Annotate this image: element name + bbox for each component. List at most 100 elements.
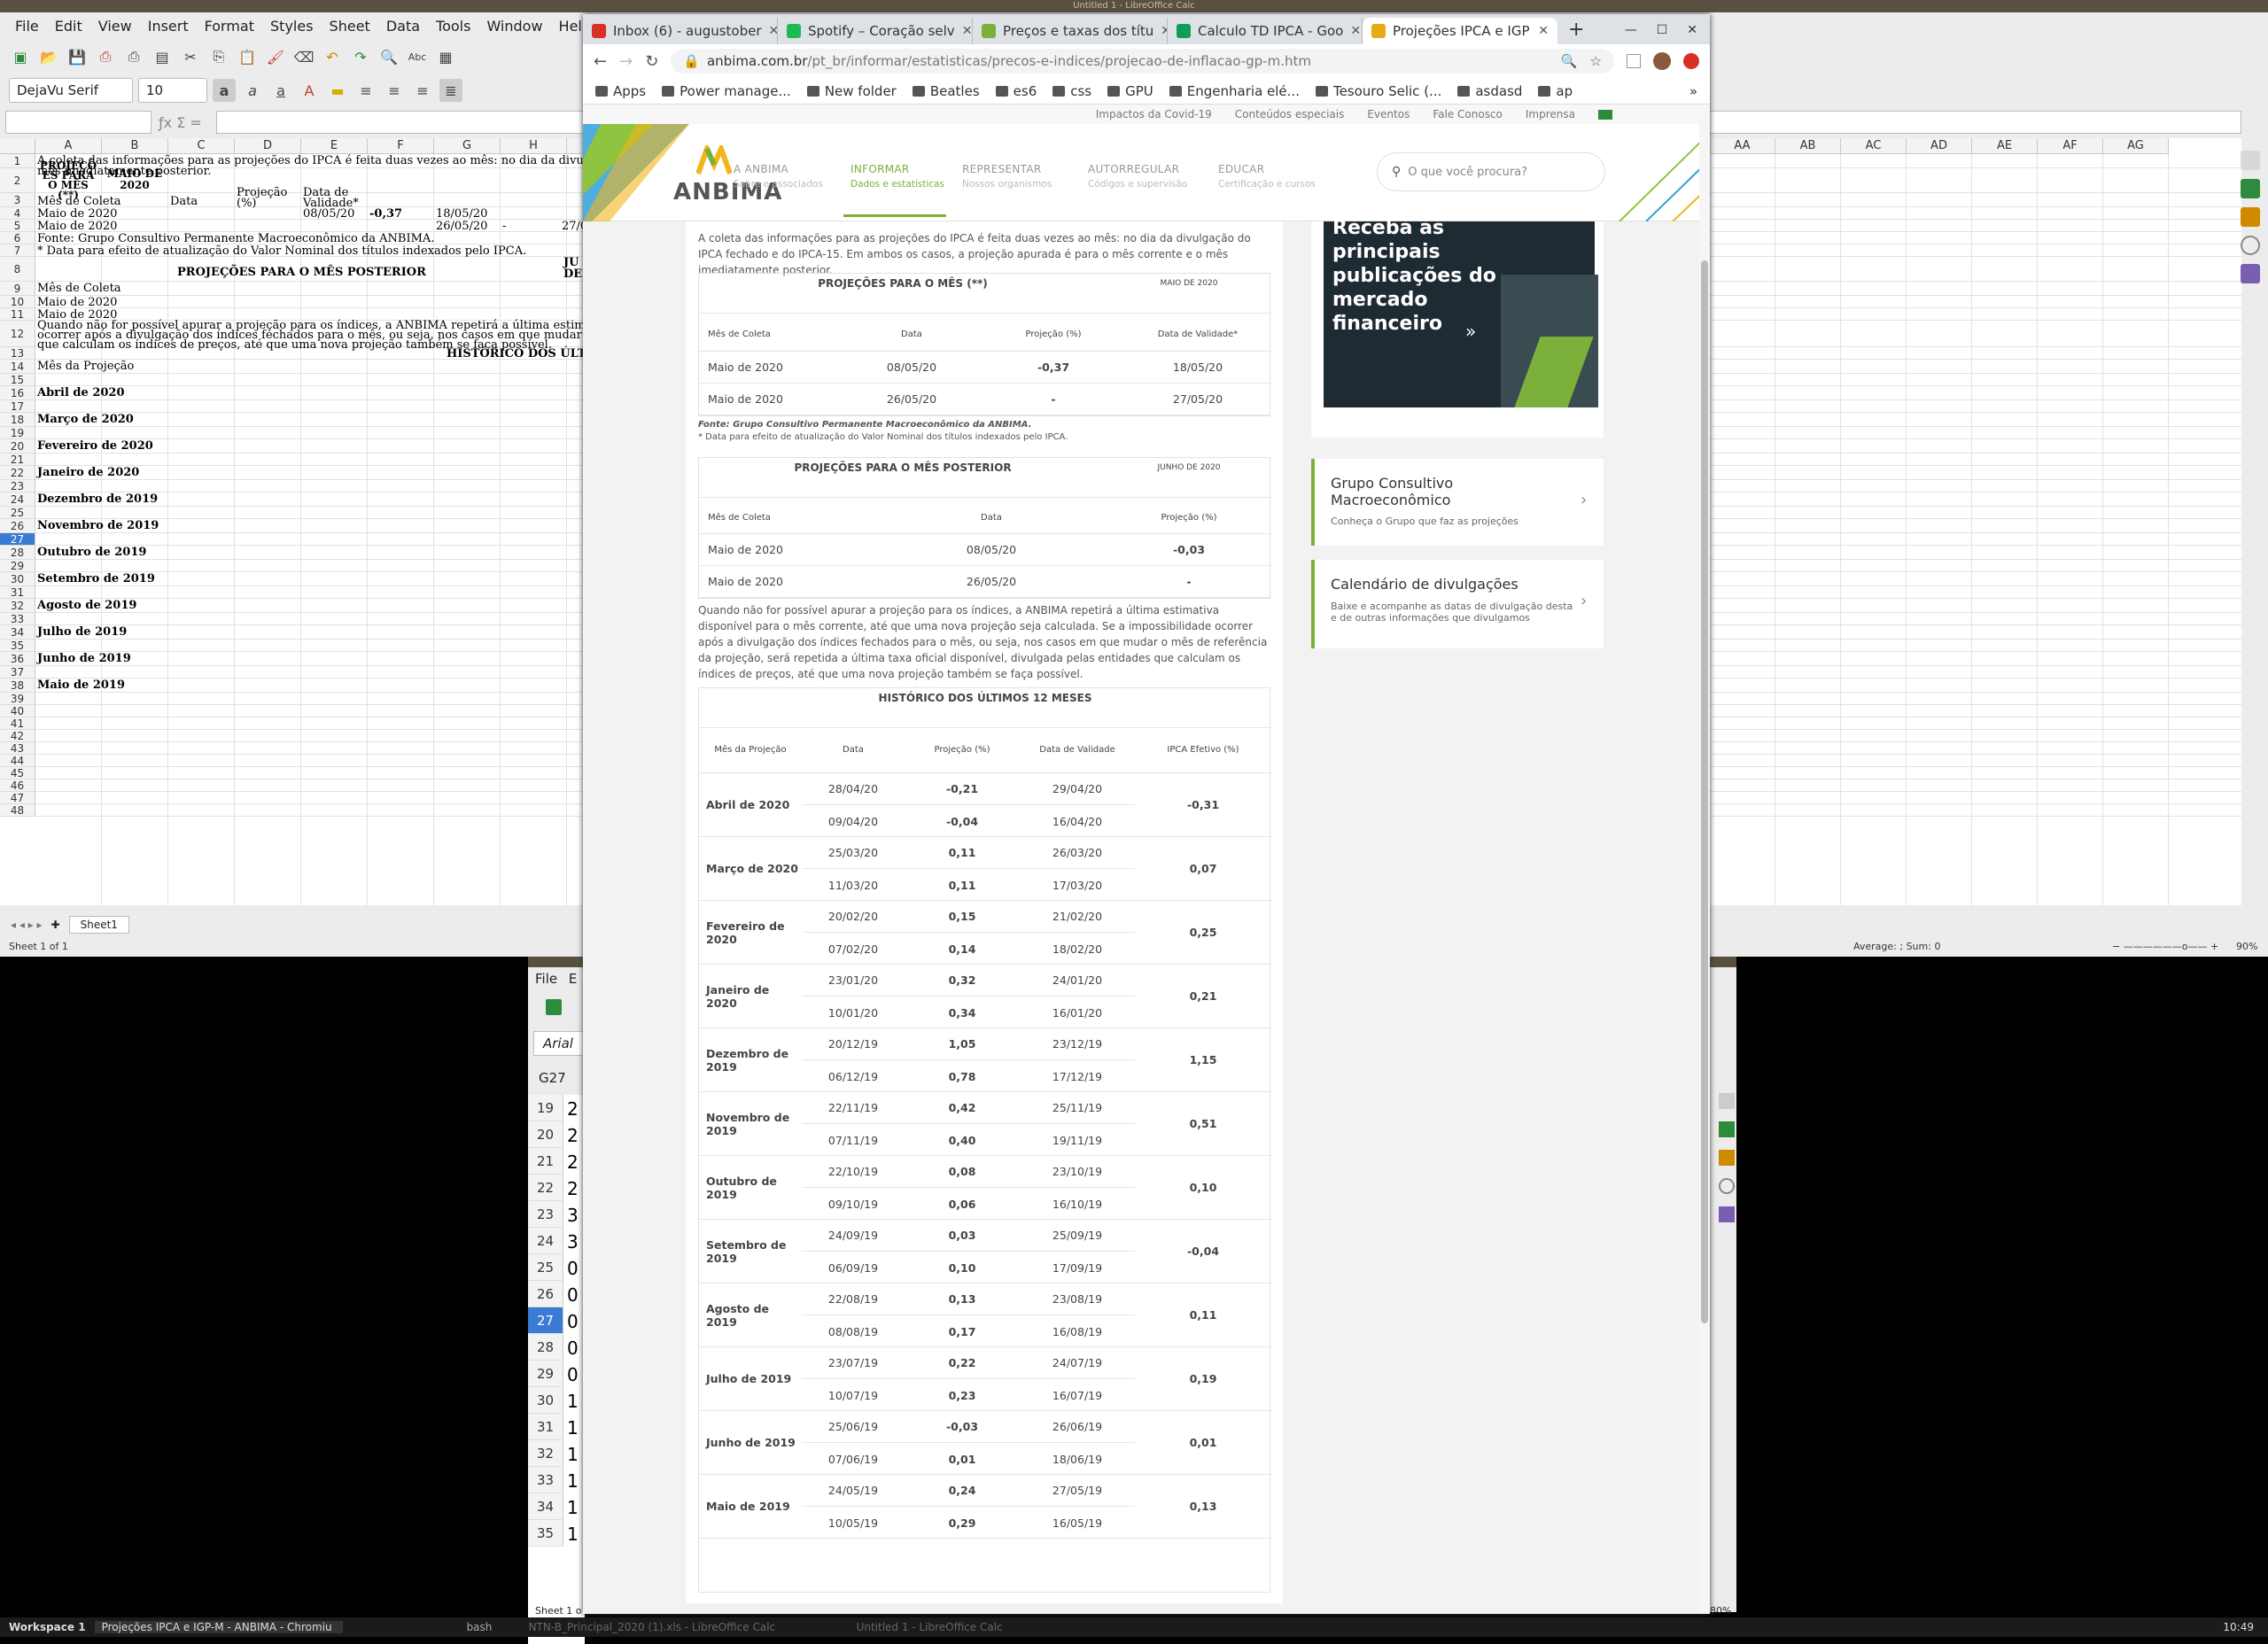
calc2-row-header-29[interactable]: 29 bbox=[528, 1361, 563, 1387]
page-scrollbar[interactable] bbox=[1699, 105, 1710, 1614]
promo-banner[interactable]: Receba as principais publicações do merc… bbox=[1324, 217, 1598, 407]
calc2-row-header-25[interactable]: 25 bbox=[528, 1254, 563, 1281]
cell-i8[interactable]: JU DE bbox=[563, 257, 585, 280]
row-header-3[interactable]: 3 bbox=[0, 193, 35, 207]
col-header-C[interactable]: C bbox=[168, 138, 235, 154]
calc-menu-window[interactable]: Window bbox=[478, 18, 550, 35]
calc2-functions-icon[interactable] bbox=[1719, 1206, 1735, 1222]
row-header-34[interactable]: 34 bbox=[0, 625, 35, 640]
row-header-20[interactable]: 20 bbox=[0, 439, 35, 454]
browser-tab-5[interactable]: Projeções IPCA e IGP ✕ bbox=[1363, 18, 1557, 44]
nav-educar[interactable]: EDUCAR Certificação e cursos bbox=[1218, 163, 1316, 190]
cell-a16[interactable]: Abril de 2020 bbox=[37, 386, 125, 399]
card-calendario[interactable]: Calendário de divulgações Baixe e acompa… bbox=[1311, 560, 1604, 648]
calc2-row-header-28[interactable]: 28 bbox=[528, 1334, 563, 1361]
row-header-13[interactable]: 13 bbox=[0, 347, 35, 360]
calc-menu-insert[interactable]: Insert bbox=[140, 18, 197, 35]
bookmarks-overflow-icon[interactable]: » bbox=[1689, 83, 1697, 99]
calc2-cell[interactable]: 1 bbox=[567, 1391, 579, 1412]
navigator-icon[interactable] bbox=[2241, 236, 2260, 255]
calc2-cell[interactable]: 2 bbox=[567, 1152, 579, 1173]
calc2-row-header-23[interactable]: 23 bbox=[528, 1201, 563, 1228]
row-header-15[interactable]: 15 bbox=[0, 374, 35, 386]
nav-autorregular[interactable]: AUTORREGULAR Códigos e supervisão bbox=[1088, 163, 1187, 190]
calc-menu-edit[interactable]: Edit bbox=[47, 18, 90, 35]
bookmark-9[interactable]: asdasd bbox=[1457, 83, 1522, 99]
row-icon[interactable]: ▦ bbox=[434, 45, 457, 68]
browser-tab-4[interactable]: Calculo TD IPCA - Goo ✕ bbox=[1168, 18, 1363, 44]
tab-close-icon[interactable]: ✕ bbox=[1538, 24, 1549, 38]
row-header-23[interactable]: 23 bbox=[0, 480, 35, 492]
new-tab-icon[interactable]: + bbox=[1557, 19, 1595, 44]
card-grupo-consultivo[interactable]: Grupo Consultivo Macroeconômico Conheça … bbox=[1311, 459, 1604, 546]
calc2-grid[interactable]: 19 2 20 2 21 2 22 2 23 3 24 3 25 0 26 0 27 0 28 0 29 0 30 1 31 1 3… bbox=[528, 1095, 585, 1644]
tab-close-icon[interactable]: ✕ bbox=[962, 24, 972, 38]
calc2-row-header-21[interactable]: 21 bbox=[528, 1148, 563, 1175]
row-header-11[interactable]: 11 bbox=[0, 308, 35, 321]
row-header-9[interactable]: 9 bbox=[0, 282, 35, 296]
nav-a-anbima[interactable]: A ANBIMA Sobre e associados bbox=[734, 163, 823, 190]
cell-e3[interactable]: Data de Validade* bbox=[303, 187, 359, 209]
calc2-cell[interactable]: 0 bbox=[567, 1311, 579, 1332]
row-header-10[interactable]: 10 bbox=[0, 296, 35, 308]
cell-a3[interactable]: Mês de Coleta bbox=[37, 195, 121, 208]
calc2-cell[interactable]: 0 bbox=[567, 1364, 579, 1385]
calc2-row-header-34[interactable]: 34 bbox=[528, 1493, 563, 1520]
col-header-AA[interactable]: AA bbox=[1710, 138, 1775, 154]
function-wizard-icon[interactable]: ƒx Σ = bbox=[159, 114, 202, 131]
top-link-4[interactable]: Imprensa bbox=[1526, 108, 1575, 120]
row-header-39[interactable]: 39 bbox=[0, 693, 35, 705]
copy-icon[interactable]: ⎘ bbox=[207, 45, 230, 68]
close-window-icon[interactable]: ✕ bbox=[1687, 23, 1697, 37]
bookmark-0[interactable]: Apps bbox=[595, 83, 646, 99]
calc2-cell[interactable]: 1 bbox=[567, 1444, 579, 1465]
cell-a5[interactable]: Maio de 2020 bbox=[37, 220, 117, 233]
calc-menu-view[interactable]: View bbox=[90, 18, 140, 35]
calc2-properties-icon[interactable] bbox=[1719, 1093, 1735, 1109]
sheet-nav-icon[interactable]: ◂ ◂ ▸ ▸ bbox=[11, 919, 43, 931]
cell-a14[interactable]: Mês da Projeção bbox=[37, 360, 134, 373]
calc2-cell[interactable]: 1 bbox=[567, 1497, 579, 1518]
row-header-43[interactable]: 43 bbox=[0, 742, 35, 755]
row-header-22[interactable]: 22 bbox=[0, 466, 35, 480]
row-header-19[interactable]: 19 bbox=[0, 427, 35, 439]
col-header-E[interactable]: E bbox=[301, 138, 368, 154]
find-icon[interactable]: 🔍 bbox=[377, 45, 400, 68]
preview-icon[interactable]: ▤ bbox=[151, 45, 174, 68]
print-icon[interactable]: ⎙ bbox=[122, 45, 145, 68]
browser-tab-3[interactable]: Preços e taxas dos títu ✕ bbox=[973, 18, 1168, 44]
font-name-box[interactable]: DejaVu Serif bbox=[9, 78, 133, 103]
task-bash[interactable]: bash bbox=[343, 1621, 511, 1633]
row-header-26[interactable]: 26 bbox=[0, 519, 35, 533]
font-size-box[interactable]: 10 bbox=[138, 78, 207, 103]
row-header-17[interactable]: 17 bbox=[0, 400, 35, 413]
cell-a20[interactable]: Fevereiro de 2020 bbox=[37, 439, 153, 453]
col-header-AE[interactable]: AE bbox=[1972, 138, 2038, 154]
bookmark-3[interactable]: Beatles bbox=[912, 83, 980, 99]
col-header-D[interactable]: D bbox=[235, 138, 301, 154]
tab-close-icon[interactable]: ✕ bbox=[769, 24, 777, 38]
anbima-logo-mark[interactable] bbox=[695, 141, 733, 175]
col-header-AG[interactable]: AG bbox=[2103, 138, 2169, 154]
row-header-36[interactable]: 36 bbox=[0, 652, 35, 666]
cell-h5[interactable]: - bbox=[502, 220, 506, 233]
corner-cell[interactable] bbox=[0, 138, 35, 154]
cell-a6[interactable]: Fonte: Grupo Consultivo Permanente Macro… bbox=[37, 232, 434, 245]
zoom-slider[interactable]: − ——————o—— + bbox=[2112, 941, 2218, 952]
task-calc-untitled[interactable]: Untitled 1 - LibreOffice Calc bbox=[821, 1621, 1087, 1633]
cell-a9[interactable]: Mês de Coleta bbox=[37, 282, 121, 295]
paste-icon[interactable]: 📋 bbox=[236, 45, 259, 68]
clone-icon[interactable]: 🖌 bbox=[264, 45, 287, 68]
row-header-6[interactable]: 6 bbox=[0, 232, 35, 244]
calc2-cell[interactable]: 1 bbox=[567, 1524, 579, 1545]
cell-e4[interactable]: 08/05/20 bbox=[303, 207, 354, 221]
bookmark-5[interactable]: css bbox=[1052, 83, 1091, 99]
row-header-29[interactable]: 29 bbox=[0, 560, 35, 572]
cell-g5[interactable]: 26/05/20 bbox=[436, 220, 487, 233]
calc2-row-header-26[interactable]: 26 bbox=[528, 1281, 563, 1307]
cell-a30[interactable]: Setembro de 2019 bbox=[37, 572, 155, 585]
cell-g4[interactable]: 18/05/20 bbox=[436, 207, 487, 221]
cell-a34[interactable]: Julho de 2019 bbox=[37, 625, 127, 639]
cell-b3[interactable]: Data bbox=[170, 195, 198, 208]
bookmark-2[interactable]: New folder bbox=[806, 83, 897, 99]
